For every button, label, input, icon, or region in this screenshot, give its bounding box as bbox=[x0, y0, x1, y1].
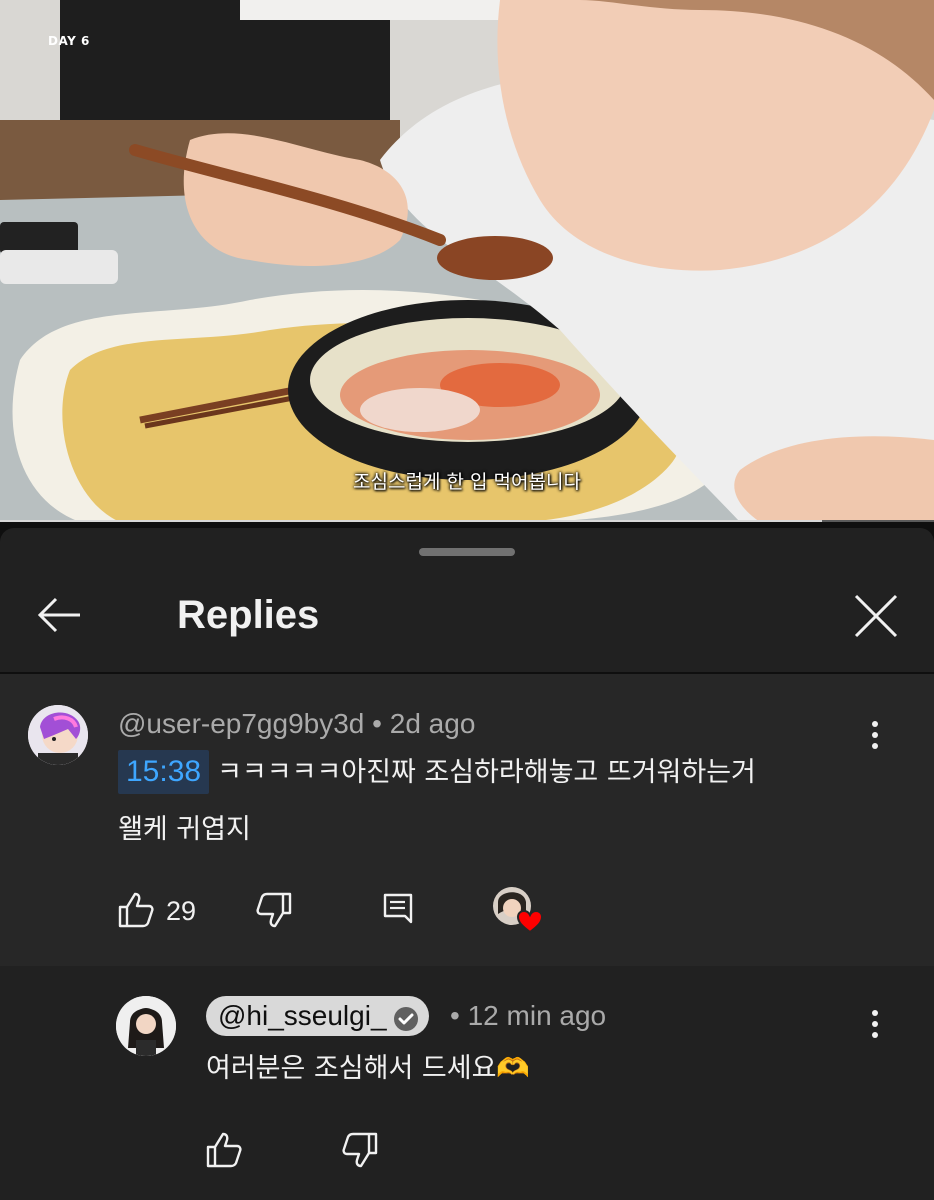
sheet-drag-handle[interactable] bbox=[419, 548, 515, 556]
reply-meta: • 12 min ago bbox=[450, 1000, 606, 1032]
reply-icon[interactable] bbox=[378, 890, 418, 930]
replies-title: Replies bbox=[177, 593, 320, 637]
more-vert-icon[interactable] bbox=[865, 1005, 885, 1045]
reply-time: 12 min ago bbox=[467, 1000, 607, 1031]
verified-checkmark-icon bbox=[393, 1003, 419, 1031]
comment-author[interactable]: @user-ep7gg9by3d bbox=[118, 708, 364, 739]
video-subtitle: 조심스럽게 한 입 먹어봅니다 bbox=[353, 471, 581, 493]
like-count: 29 bbox=[166, 896, 197, 926]
video-progress-fill bbox=[0, 520, 822, 522]
comment-time: 2d ago bbox=[389, 708, 476, 739]
reply-author: @hi_sseulgi_ bbox=[218, 1000, 387, 1031]
arrow-left-icon[interactable] bbox=[34, 594, 84, 636]
comment-body-1: ㅋㅋㅋㅋㅋ아진짜 조심하라해놓고 뜨거워하는거 bbox=[217, 757, 756, 788]
thumb-down-icon[interactable] bbox=[254, 890, 294, 930]
more-vert-icon[interactable] bbox=[865, 716, 885, 756]
meta-separator: • bbox=[372, 708, 382, 739]
thumb-up-icon[interactable] bbox=[204, 1130, 244, 1170]
comment-text-line1: 15:38 ㅋㅋㅋㅋㅋ아진짜 조심하라해놓고 뜨거워하는거 bbox=[118, 744, 756, 801]
meta-separator: • bbox=[450, 1000, 460, 1031]
thumb-up-icon[interactable] bbox=[116, 890, 156, 930]
close-x-icon[interactable] bbox=[852, 592, 900, 640]
thumb-down-icon[interactable] bbox=[340, 1130, 380, 1170]
video-player[interactable]: DAY 6 조심스럽게 한 입 먹어봅니다 bbox=[0, 0, 934, 522]
day-label-overlay: DAY 6 bbox=[48, 34, 90, 48]
avatar[interactable] bbox=[28, 705, 88, 765]
avatar[interactable] bbox=[116, 996, 176, 1056]
replies-header bbox=[0, 572, 934, 672]
video-frame-illustration bbox=[0, 0, 934, 522]
comment-text-line2: 왤케 귀엽지 bbox=[118, 814, 251, 845]
creator-heart-icon bbox=[490, 884, 546, 936]
reply-text: 여러분은 조심해서 드세요🫶 bbox=[206, 1053, 531, 1084]
channel-badge[interactable]: @hi_sseulgi_ bbox=[206, 996, 429, 1036]
timestamp-link[interactable]: 15:38 bbox=[118, 750, 210, 794]
video-progress-bar[interactable] bbox=[0, 520, 934, 522]
comment-meta: @user-ep7gg9by3d • 2d ago bbox=[118, 708, 475, 740]
